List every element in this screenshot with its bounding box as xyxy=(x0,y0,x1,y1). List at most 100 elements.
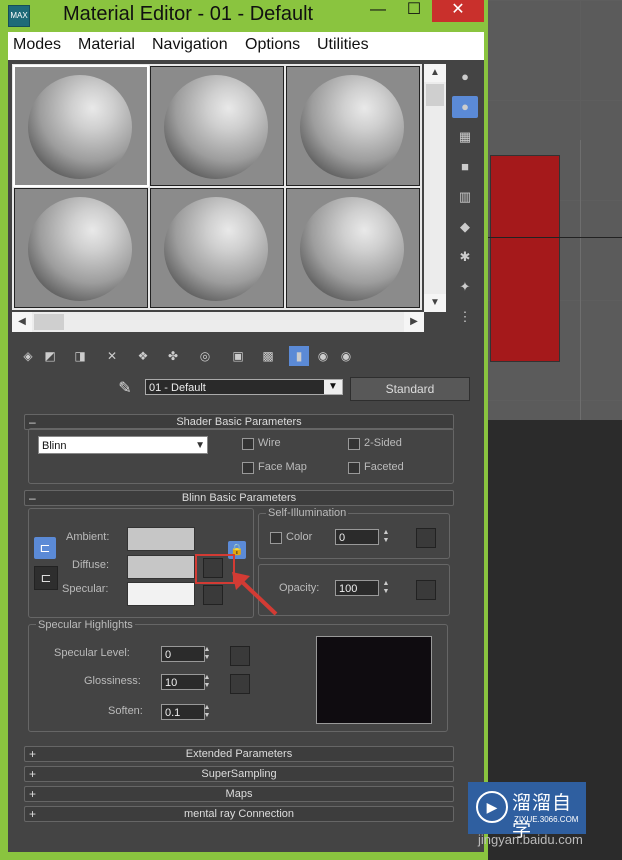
scroll-down-icon[interactable]: ▼ xyxy=(424,294,446,312)
rollout-extended-parameters[interactable]: + Extended Parameters xyxy=(24,746,454,762)
material-type-button[interactable]: Standard xyxy=(350,377,470,401)
assign-material-icon[interactable]: ◨ xyxy=(70,346,90,366)
specular-level-spinner[interactable]: 0 xyxy=(161,646,205,662)
diffuse-label: Diffuse: xyxy=(72,559,110,571)
watermark-url: ZIXUE.3066.COM xyxy=(514,815,579,824)
rollout-maps[interactable]: + Maps xyxy=(24,786,454,802)
slots-horizontal-scrollbar[interactable]: ◀ ▶ xyxy=(12,312,424,332)
glossiness-map-button[interactable] xyxy=(230,674,250,694)
self-illum-color-checkbox[interactable] xyxy=(270,532,282,544)
select-by-material-icon[interactable]: ✦ xyxy=(452,276,478,298)
scroll-thumb[interactable] xyxy=(34,314,64,330)
pick-material-eyedropper-icon[interactable]: ✎ xyxy=(115,378,135,398)
rollout-title: Shader Basic Parameters xyxy=(176,416,302,428)
make-unique-icon[interactable]: ✤ xyxy=(163,346,183,366)
rollout-title: SuperSampling xyxy=(201,768,277,780)
lock-ambient-diffuse-button[interactable]: ⊏ xyxy=(34,537,56,559)
put-material-to-scene-icon[interactable]: ◩ xyxy=(40,346,60,366)
specular-level-map-button[interactable] xyxy=(230,646,250,666)
expand-icon: + xyxy=(29,767,37,781)
faceted-checkbox[interactable] xyxy=(348,462,360,474)
go-to-parent-icon[interactable]: ◉ xyxy=(313,346,333,366)
menu-options[interactable]: Options xyxy=(245,36,300,54)
menu-material[interactable]: Material xyxy=(78,36,135,54)
wire-checkbox[interactable] xyxy=(242,438,254,450)
opacity-spinner[interactable]: 100 xyxy=(335,580,379,596)
menu-modes[interactable]: Modes xyxy=(13,36,61,54)
make-preview-icon[interactable]: ◆ xyxy=(452,216,478,238)
show-end-result-icon[interactable]: ▮ xyxy=(289,346,309,366)
material-sphere xyxy=(164,75,268,179)
scroll-left-icon[interactable]: ◀ xyxy=(12,312,32,332)
collapse-icon: – xyxy=(29,415,36,429)
background-checker-icon[interactable]: ▦ xyxy=(452,126,478,148)
sample-slot[interactable] xyxy=(286,188,420,308)
opacity-map-button[interactable] xyxy=(416,580,436,600)
app-icon[interactable]: MAX xyxy=(8,5,30,27)
diffuse-color-swatch[interactable] xyxy=(127,555,195,579)
material-map-navigator-icon[interactable]: ⋮ xyxy=(452,306,478,328)
spinner-arrows-icon[interactable]: ▲ ▼ xyxy=(202,646,212,662)
maximize-button[interactable]: ☐ xyxy=(396,0,432,22)
self-illum-map-button[interactable] xyxy=(416,528,436,548)
sample-slot[interactable] xyxy=(13,65,149,187)
minimize-button[interactable]: — xyxy=(360,0,396,22)
material-editor-window: MAX Material Editor - 01 - Default — ☐ ✕… xyxy=(0,0,488,860)
rollout-supersampling[interactable]: + SuperSampling xyxy=(24,766,454,782)
viewport-line xyxy=(580,140,581,420)
sample-slot[interactable] xyxy=(150,66,284,186)
expand-icon: + xyxy=(29,807,37,821)
sample-uv-tiling-icon[interactable]: ■ xyxy=(452,156,478,178)
scroll-thumb[interactable] xyxy=(426,84,444,106)
reset-map-icon[interactable]: ✕ xyxy=(102,346,122,366)
material-name-field[interactable]: 01 - Default ▼ xyxy=(145,379,343,395)
chevron-down-icon[interactable]: ▼ xyxy=(324,380,342,394)
rollout-blinn-basic-parameters[interactable]: – Blinn Basic Parameters xyxy=(24,490,454,506)
sample-slot[interactable] xyxy=(150,188,284,308)
face-map-checkbox[interactable] xyxy=(242,462,254,474)
glossiness-spinner[interactable]: 10 xyxy=(161,674,205,690)
viewport-red-object[interactable] xyxy=(490,155,560,362)
options-icon[interactable]: ✱ xyxy=(452,246,478,268)
baidu-watermark: jingyan.baidu.com xyxy=(478,832,583,847)
close-button[interactable]: ✕ xyxy=(432,0,484,22)
rollout-title: Blinn Basic Parameters xyxy=(181,492,297,504)
specular-color-swatch[interactable] xyxy=(127,582,195,606)
copy-material-icon[interactable]: ❖ xyxy=(133,346,153,366)
rollout-title: Extended Parameters xyxy=(185,748,293,760)
scroll-up-icon[interactable]: ▲ xyxy=(424,64,446,82)
self-illum-spinner[interactable]: 0 xyxy=(335,529,379,545)
sample-slot[interactable] xyxy=(14,188,148,308)
shader-type-select[interactable]: Blinn ▼ xyxy=(38,436,208,454)
backlight-icon[interactable]: ● xyxy=(452,96,478,118)
video-color-check-icon[interactable]: ▥ xyxy=(452,186,478,208)
title-bar[interactable]: MAX Material Editor - 01 - Default — ☐ ✕ xyxy=(0,0,488,32)
go-forward-to-sibling-icon[interactable]: ◉ xyxy=(336,346,356,366)
spinner-arrows-icon[interactable]: ▲ ▼ xyxy=(202,674,212,690)
viewport-background xyxy=(480,0,622,860)
put-to-library-icon[interactable]: ◎ xyxy=(195,346,215,366)
scroll-right-icon[interactable]: ▶ xyxy=(404,312,424,332)
sample-type-sphere-icon[interactable]: ● xyxy=(452,66,478,88)
spinner-arrows-icon[interactable]: ▲ ▼ xyxy=(202,704,212,720)
material-id-channel-icon[interactable]: ▣ xyxy=(228,346,248,366)
show-shaded-material-icon[interactable]: ▩ xyxy=(258,346,278,366)
glossiness-label: Glossiness: xyxy=(84,675,141,687)
spinner-arrows-icon[interactable]: ▲ ▼ xyxy=(381,580,391,596)
sample-slot[interactable] xyxy=(286,66,420,186)
get-material-icon[interactable]: ◈ xyxy=(18,346,38,366)
two-sided-checkbox[interactable] xyxy=(348,438,360,450)
ambient-color-swatch[interactable] xyxy=(127,527,195,551)
soften-spinner[interactable]: 0.1 xyxy=(161,704,205,720)
specular-map-button[interactable] xyxy=(203,585,223,605)
slots-vertical-scrollbar[interactable]: ▲ ▼ xyxy=(424,64,446,312)
menu-bar: Modes Material Navigation Options Utilit… xyxy=(8,32,484,60)
lock-diffuse-specular-button[interactable]: ⊏ xyxy=(34,566,58,590)
rollout-mental-ray-connection[interactable]: + mental ray Connection xyxy=(24,806,454,822)
highlight-box xyxy=(195,554,235,584)
spinner-arrows-icon[interactable]: ▲ ▼ xyxy=(381,529,391,545)
two-sided-label: 2-Sided xyxy=(364,437,402,449)
menu-utilities[interactable]: Utilities xyxy=(317,36,369,54)
rollout-title: mental ray Connection xyxy=(183,808,295,820)
menu-navigation[interactable]: Navigation xyxy=(152,36,228,54)
